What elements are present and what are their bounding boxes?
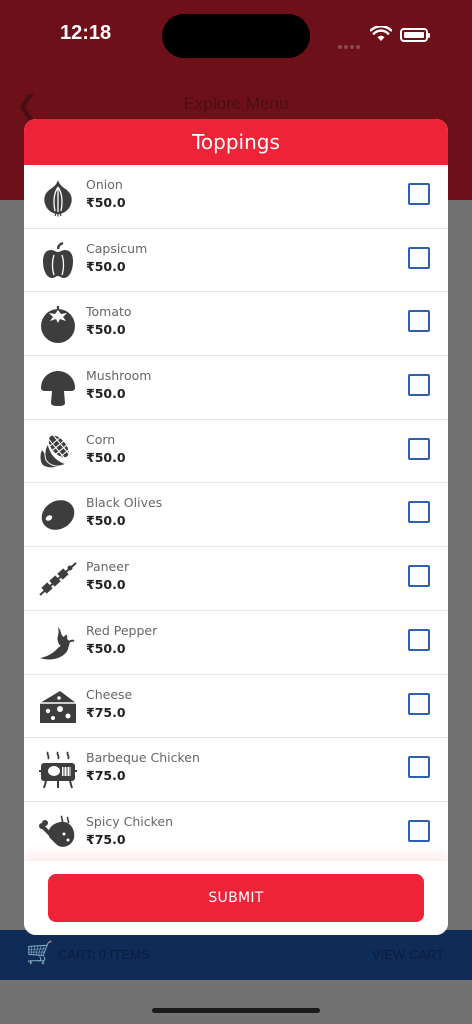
topping-checkbox[interactable] [408,756,430,779]
tomato-icon [38,304,78,344]
topping-row[interactable]: Capsicum ₹50.0 [24,229,448,293]
cheese-icon [38,687,78,727]
bbq-grill-icon [38,750,78,790]
cart-bar: 🛒 CART: 0 ITEMS VIEW CART [0,930,472,980]
status-bar: 12:18 [0,0,472,70]
cellular-signal-icon [338,34,364,49]
topping-name: Barbeque Chicken [86,750,200,766]
modal-title: Toppings [192,130,280,154]
topping-checkbox[interactable] [408,310,430,333]
topping-row[interactable]: Black Olives ₹50.0 [24,483,448,548]
topping-checkbox[interactable] [408,246,430,269]
topping-price: ₹50.0 [86,449,126,465]
view-cart-link: VIEW CART [372,947,444,962]
topping-name: Capsicum [86,240,148,256]
topping-checkbox[interactable] [408,501,430,524]
chicken-leg-icon [38,814,78,854]
topping-price: ₹75.0 [86,704,126,720]
status-time: 12:18 [60,22,112,44]
topping-name: Paneer [86,559,130,575]
topping-name: Onion [86,177,123,192]
capsicum-icon [38,241,78,281]
topping-row[interactable]: Mushroom ₹50.0 [24,356,448,420]
topping-price: ₹50.0 [86,577,126,593]
topping-checkbox[interactable] [408,819,430,842]
submit-button[interactable]: SUBMIT [48,874,424,922]
topping-price: ₹75.0 [86,768,126,784]
topping-checkbox[interactable] [408,692,430,715]
topping-name: Spicy Chicken [86,813,173,829]
topping-row[interactable]: Corn ₹50.0 [24,420,448,484]
toppings-list: Onion ₹50.0 Capsicum ₹50.0 Tomato ₹50.0 [24,165,448,866]
olive-icon [38,495,78,535]
topping-name: Mushroom [86,368,152,384]
home-indicator[interactable] [152,1008,320,1013]
topping-checkbox[interactable] [408,628,430,651]
background-page-title: Explore Menu [183,94,289,113]
cart-count: CART: 0 ITEMS [58,947,150,962]
topping-price: ₹50.0 [86,258,126,274]
topping-price: ₹50.0 [86,322,126,338]
modal-header: Toppings [24,119,448,165]
chili-pepper-icon [38,623,78,663]
topping-price: ₹50.0 [86,386,126,402]
topping-price: ₹50.0 [86,513,126,529]
topping-checkbox[interactable] [408,183,430,205]
paneer-skewer-icon [38,559,78,599]
topping-checkbox[interactable] [408,437,430,460]
topping-name: Red Pepper [86,622,158,638]
topping-row[interactable]: Paneer ₹50.0 [24,547,448,611]
battery-icon [400,28,430,42]
topping-row[interactable]: Barbeque Chicken ₹75.0 [24,738,448,802]
topping-row[interactable]: Cheese ₹75.0 [24,675,448,739]
modal-footer: SUBMIT [24,861,448,935]
toppings-modal: Toppings Onion ₹50.0 Capsicum ₹50.0 Toma [24,119,448,935]
topping-row[interactable]: Onion ₹50.0 [24,165,448,229]
topping-name: Tomato [86,304,132,320]
topping-name: Corn [86,431,116,447]
topping-name: Black Olives [86,495,163,511]
topping-row[interactable]: Spicy Chicken ₹75.0 [24,802,448,866]
topping-price: ₹75.0 [86,831,126,847]
topping-price: ₹50.0 [86,195,126,210]
topping-checkbox[interactable] [408,565,430,588]
mushroom-icon [38,368,78,408]
topping-checkbox[interactable] [408,374,430,397]
topping-name: Cheese [86,686,133,702]
onion-icon [38,177,78,217]
topping-row[interactable]: Red Pepper ₹50.0 [24,611,448,675]
topping-price: ₹50.0 [86,640,126,656]
corn-icon [38,432,78,472]
wifi-icon [369,25,393,46]
topping-row[interactable]: Tomato ₹50.0 [24,292,448,357]
dynamic-island [162,14,310,58]
cart-icon: 🛒 [26,941,54,966]
